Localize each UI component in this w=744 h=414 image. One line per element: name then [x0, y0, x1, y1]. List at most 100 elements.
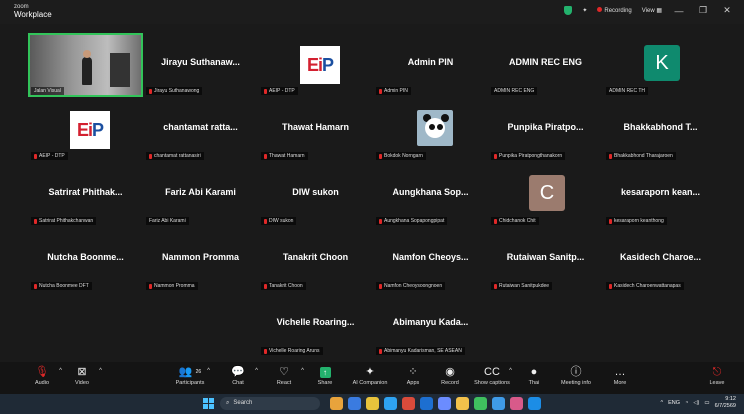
display-name: Bhakkabhond T...: [623, 122, 698, 132]
clock[interactable]: 9:12 6/7/2569: [715, 396, 736, 410]
name-label: DIW sukon: [261, 217, 297, 225]
mic-muted-icon: [494, 283, 497, 289]
participant-tile[interactable]: C Chidchanok Chit: [488, 163, 603, 227]
thai-button[interactable]: ● Thai: [510, 364, 558, 386]
participant-tile[interactable]: chantamat ratta... chantamat rattanasiri: [143, 98, 258, 162]
mic-muted-icon: [379, 153, 382, 159]
display-name: Jirayu Suthanaw...: [161, 57, 240, 67]
display-name: ADMIN REC ENG: [508, 57, 582, 67]
participant-tile[interactable]: Fariz Abi Karami Fariz Abi Karami: [143, 163, 258, 227]
name-label: Aungkhana Sopapongpipat: [376, 217, 448, 225]
participant-tile[interactable]: Admin PIN Admin PIN: [373, 33, 488, 97]
participants-button[interactable]: 👥 26 Participants ^: [166, 364, 214, 386]
participant-tile[interactable]: Nammon Promma Nammon Promma: [143, 228, 258, 292]
record-dot-icon: [597, 7, 603, 12]
participant-tile[interactable]: Rutaiwan Sanitp... Rutaiwan Sanitpukdee: [488, 228, 603, 292]
taskbar-app-icon[interactable]: [366, 397, 379, 410]
participant-tile[interactable]: Abimanyu Kada... Abimanyu Kadarisman, SE …: [373, 293, 488, 357]
participant-tile[interactable]: Jirayu Suthanaw... Jirayu Suthanawong: [143, 33, 258, 97]
more-button[interactable]: … More: [596, 364, 644, 386]
display-name: Fariz Abi Karami: [165, 187, 236, 197]
name-label: Bokdok Norngarn: [376, 152, 426, 160]
chevron-up-icon[interactable]: ^: [660, 400, 663, 406]
language-icon: ●: [530, 366, 538, 378]
mic-muted-icon: [379, 283, 382, 289]
close-button[interactable]: ✕: [720, 5, 734, 16]
taskbar-app-icon[interactable]: [438, 397, 451, 410]
name-label: AEIP - DTP: [261, 87, 298, 95]
chevron-up-icon[interactable]: ^: [99, 368, 102, 374]
minimize-button[interactable]: —: [672, 6, 686, 16]
name-label: Kasidech Charoenwattanapas: [606, 282, 684, 290]
taskbar-app-icon[interactable]: [348, 397, 361, 410]
participant-tile[interactable]: Kasidech Charoe... Kasidech Charoenwattan…: [603, 228, 718, 292]
display-name: chantamat ratta...: [163, 122, 238, 132]
display-name: kesaraporn kean...: [620, 187, 701, 197]
name-label: Vichelle Roaring Aruns: [261, 347, 323, 355]
volume-icon[interactable]: ◁): [693, 400, 699, 406]
participant-tile[interactable]: Bhakkabhond T... Bhakkabhond Tharajaroen: [603, 98, 718, 162]
app-logo: zoom Workplace: [14, 4, 52, 19]
participant-tile[interactable]: Bokdok Norngarn: [373, 98, 488, 162]
chat-button[interactable]: 💬 Chat ^: [214, 364, 262, 386]
ai-sparkle-icon[interactable]: ✦: [582, 7, 587, 14]
taskbar-app-icon[interactable]: [492, 397, 505, 410]
mic-muted-icon: [609, 153, 612, 159]
taskbar-app-icon[interactable]: [384, 397, 397, 410]
taskbar-search[interactable]: ⌕ Search: [220, 397, 320, 410]
taskbar-app-icon[interactable]: [402, 397, 415, 410]
taskbar-app-icon[interactable]: [456, 397, 469, 410]
participant-tile[interactable]: K ADMIN REC TH: [603, 33, 718, 97]
participant-tile[interactable]: Satrirat Phithak... Satrirat Phithakchanw…: [28, 163, 143, 227]
participant-tile[interactable]: Thawat Hamarn Thawat Hamarn: [258, 98, 373, 162]
recording-indicator[interactable]: Recording: [597, 7, 632, 14]
participant-tile[interactable]: Punpika Piratpo... Punpika Piratpongthana…: [488, 98, 603, 162]
participant-tile[interactable]: Tanakrit Choon Tanakrit Choon: [258, 228, 373, 292]
captions-button[interactable]: CC Show captions ^: [468, 364, 516, 386]
participant-tile[interactable]: kesaraporn kean... kesaraporn keanthong: [603, 163, 718, 227]
participant-tile[interactable]: EiP AEIP - DTP: [258, 33, 373, 97]
participant-tile[interactable]: Namfon Cheoys... Namfon Cheoysoongnoen: [373, 228, 488, 292]
display-name: Punpika Piratpo...: [507, 122, 584, 132]
taskbar-app-icon[interactable]: [510, 397, 523, 410]
participant-tile[interactable]: Jalan Visual: [28, 33, 143, 97]
mic-muted-icon: [609, 218, 612, 224]
participant-tile[interactable]: Aungkhana Sop... Aungkhana Sopapongpipat: [373, 163, 488, 227]
name-label: Chidchanok Chit: [491, 217, 539, 225]
search-icon: ⌕: [226, 400, 230, 406]
windows-taskbar: ⌕ Search ^ ENG ◔ ◁) ▭ 9:12 6/7/2569: [0, 394, 744, 414]
wifi-icon[interactable]: ◔: [685, 400, 688, 406]
participant-tile[interactable]: ADMIN REC ENG ADMIN REC ENG: [488, 33, 603, 97]
taskbar-app-icon[interactable]: [420, 397, 433, 410]
language-indicator[interactable]: ENG: [668, 400, 680, 406]
participant-tile[interactable]: Nutcha Boonme... Nutcha Boonmee DFT: [28, 228, 143, 292]
taskbar-app-icon[interactable]: [474, 397, 487, 410]
chevron-up-icon[interactable]: ^: [255, 368, 258, 374]
name-label: Jalan Visual: [31, 87, 64, 95]
participant-tile[interactable]: EiP AEIP - DTP: [28, 98, 143, 162]
participant-video: [30, 35, 141, 95]
video-button[interactable]: ⊠ Video ^: [58, 364, 106, 386]
eip-logo: EiP: [300, 46, 340, 84]
mic-muted-icon: [379, 88, 382, 94]
participant-tile[interactable]: DIW sukon DIW sukon: [258, 163, 373, 227]
info-icon: ⓘ: [570, 366, 582, 378]
record-icon: ◉: [445, 366, 455, 378]
record-button[interactable]: ◉ Record: [426, 364, 474, 386]
ai-button[interactable]: ✦ AI Companion: [346, 364, 394, 386]
battery-icon[interactable]: ▭: [704, 400, 709, 406]
name-label: Punpika Piratpongthanakorn: [491, 152, 566, 160]
chevron-up-icon[interactable]: ^: [207, 368, 210, 374]
share-button[interactable]: ↑ Share: [301, 364, 349, 386]
maximize-button[interactable]: ❐: [696, 5, 710, 16]
view-button[interactable]: View ▦: [642, 7, 662, 14]
taskbar-app-icon[interactable]: [330, 397, 343, 410]
display-name: Nutcha Boonme...: [47, 252, 124, 262]
start-icon[interactable]: [203, 398, 214, 409]
taskbar-app-icon[interactable]: [528, 397, 541, 410]
leave-button[interactable]: ⎋ Leave: [693, 364, 741, 386]
system-tray: ^ ENG ◔ ◁) ▭ 9:12 6/7/2569: [660, 396, 736, 410]
security-shield-icon[interactable]: [564, 6, 573, 15]
participant-tile[interactable]: Vichelle Roaring... Vichelle Roaring Arun…: [258, 293, 373, 357]
info-button[interactable]: ⓘ Meeting info: [552, 364, 600, 386]
